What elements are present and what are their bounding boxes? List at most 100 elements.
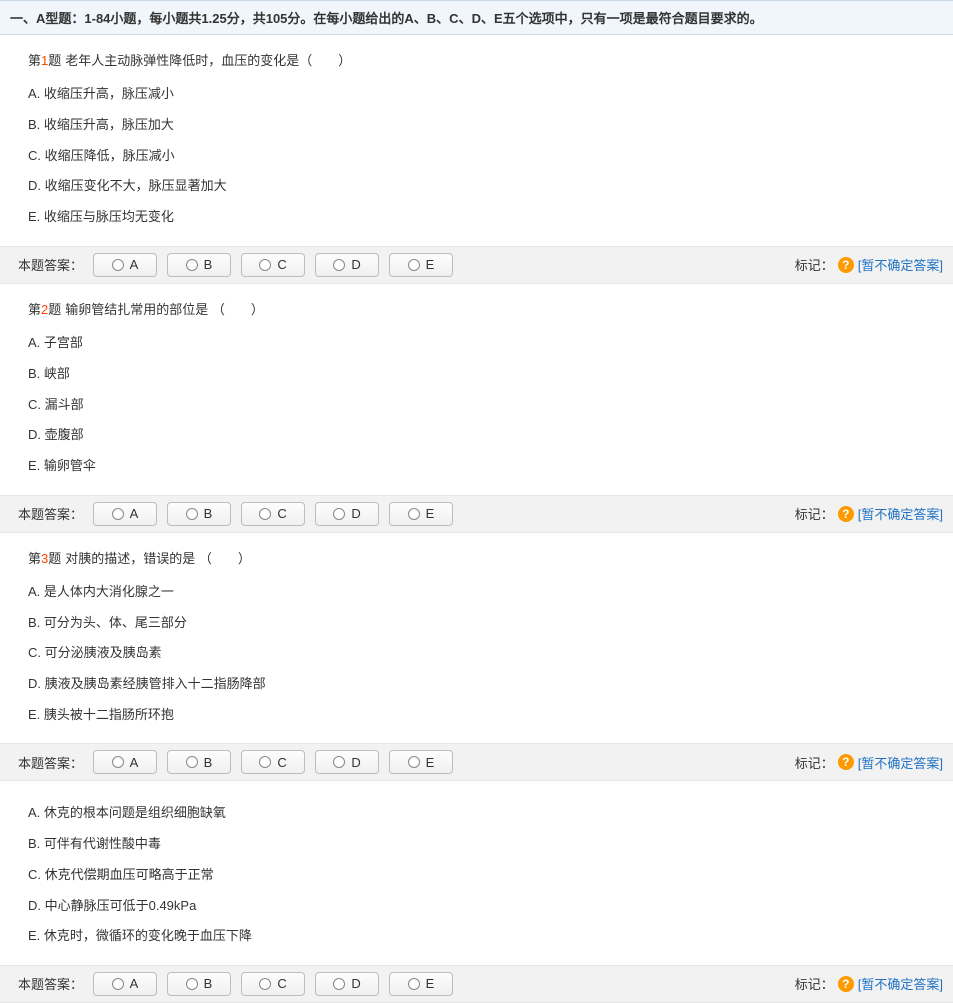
mark-label: 标记： — [795, 753, 834, 772]
option-line: D. 收缩压变化不大，脉压显著加大 — [28, 174, 929, 199]
option-line: B. 可伴有代谢性酸中毒 — [28, 832, 929, 857]
answer-option-a[interactable]: A — [93, 972, 157, 996]
uncertain-answer-link[interactable]: [暂不确定答案] — [858, 974, 943, 993]
answer-option-label: E — [426, 506, 435, 521]
answer-bar: 本题答案： A B C D E 标记：?[暂不确定答案] — [0, 743, 953, 781]
answer-option-label: A — [130, 755, 139, 770]
section-header: 一、A型题：1-84小题，每小题共1.25分，共105分。在每小题给出的A、B、… — [0, 0, 953, 35]
mark-area: 标记：?[暂不确定答案] — [795, 255, 943, 274]
answer-label: 本题答案： — [18, 255, 83, 274]
answer-options: A B C D E — [93, 502, 453, 526]
radio-icon — [259, 259, 271, 271]
help-icon[interactable]: ? — [838, 257, 854, 273]
answer-option-a[interactable]: A — [93, 253, 157, 277]
answer-option-c[interactable]: C — [241, 502, 305, 526]
radio-icon — [333, 978, 345, 990]
question-title: 第1题老年人主动脉弹性降低时，血压的变化是（ ） — [28, 49, 929, 72]
answer-option-b[interactable]: B — [167, 750, 231, 774]
question-body: 第1题老年人主动脉弹性降低时，血压的变化是（ ） A. 收缩压升高，脉压减小 B. … — [0, 35, 953, 246]
option-line: C. 可分泌胰液及胰岛素 — [28, 641, 929, 666]
mark-label: 标记： — [795, 255, 834, 274]
radio-icon — [112, 259, 124, 271]
radio-icon — [333, 259, 345, 271]
question-body: 第2题输卵管结扎常用的部位是 （ ）A. 子宫部B. 峡部C. 漏斗部D. 壶腹… — [0, 284, 953, 495]
answer-option-e[interactable]: E — [389, 502, 453, 526]
option-line: E. 胰头被十二指肠所环抱 — [28, 703, 929, 728]
radio-icon — [186, 756, 198, 768]
question-body: A. 休克的根本问题是组织细胞缺氧B. 可伴有代谢性酸中毒C. 休克代偿期血压可… — [0, 781, 953, 964]
answer-option-e[interactable]: E — [389, 972, 453, 996]
question-block: 第3题对胰的描述，错误的是 （ ） A. 是人体内大消化腺之一 B. 可分为头、体、… — [0, 533, 953, 782]
answer-option-d[interactable]: D — [315, 750, 379, 774]
question-title: 第3题对胰的描述，错误的是 （ ） — [28, 547, 929, 570]
question-body: 第3题对胰的描述，错误的是 （ ） A. 是人体内大消化腺之一 B. 可分为头、体、… — [0, 533, 953, 744]
answer-option-c[interactable]: C — [241, 972, 305, 996]
question-prefix: 第 — [28, 551, 41, 566]
radio-icon — [408, 978, 420, 990]
option-line: D. 中心静脉压可低于0.49kPa — [28, 894, 929, 919]
help-icon[interactable]: ? — [838, 754, 854, 770]
answer-label: 本题答案： — [18, 753, 83, 772]
answer-option-e[interactable]: E — [389, 253, 453, 277]
questions-container: 第1题老年人主动脉弹性降低时，血压的变化是（ ） A. 收缩压升高，脉压减小 B. … — [0, 35, 953, 1003]
option-line: E. 输卵管伞 — [28, 454, 929, 479]
radio-icon — [259, 508, 271, 520]
answer-option-d[interactable]: D — [315, 253, 379, 277]
answer-option-label: C — [277, 506, 286, 521]
answer-option-label: D — [351, 755, 360, 770]
option-line: E. 休克时，微循环的变化晚于血压下降 — [28, 924, 929, 949]
answer-options: A BC D E — [93, 972, 453, 996]
question-stem: 老年人主动脉弹性降低时，血压的变化是（ ） — [65, 53, 351, 68]
option-line: E. 收缩压与脉压均无变化 — [28, 205, 929, 230]
answer-option-c[interactable]: C — [241, 750, 305, 774]
uncertain-answer-link[interactable]: [暂不确定答案] — [858, 255, 943, 274]
answer-bar: 本题答案： A B C D E 标记：?[暂不确定答案] — [0, 246, 953, 284]
radio-icon — [186, 508, 198, 520]
answer-option-label: B — [204, 755, 213, 770]
answer-option-label: A — [130, 506, 139, 521]
answer-option-b[interactable]: B — [167, 253, 231, 277]
answer-option-label: E — [426, 257, 435, 272]
mark-area: 标记：?[暂不确定答案] — [795, 753, 943, 772]
answer-option-label: D — [351, 976, 360, 991]
radio-icon — [112, 978, 124, 990]
radio-icon — [408, 508, 420, 520]
help-icon[interactable]: ? — [838, 506, 854, 522]
answer-option-label: A — [130, 976, 139, 991]
radio-icon — [112, 508, 124, 520]
question-suffix: 题 — [48, 302, 61, 317]
answer-option-e[interactable]: E — [389, 750, 453, 774]
uncertain-answer-link[interactable]: [暂不确定答案] — [858, 504, 943, 523]
option-line: B. 收缩压升高，脉压加大 — [28, 113, 929, 138]
answer-option-d[interactable]: D — [315, 972, 379, 996]
radio-icon — [333, 756, 345, 768]
radio-icon — [333, 508, 345, 520]
answer-option-b[interactable]: B — [167, 502, 231, 526]
option-line: D. 壶腹部 — [28, 423, 929, 448]
help-icon[interactable]: ? — [838, 976, 854, 992]
answer-option-label: C — [277, 755, 286, 770]
answer-option-label: C — [277, 257, 286, 272]
answer-option-label: E — [426, 976, 435, 991]
question-suffix: 题 — [48, 551, 61, 566]
mark-area: 标记：?[暂不确定答案] — [795, 504, 943, 523]
option-line: A. 是人体内大消化腺之一 — [28, 580, 929, 605]
answer-option-c[interactable]: C — [241, 253, 305, 277]
mark-area: 标记：?[暂不确定答案] — [795, 974, 943, 993]
option-line: C. 漏斗部 — [28, 393, 929, 418]
answer-bar: 本题答案：ABCDE标记：?[暂不确定答案] — [0, 495, 953, 533]
radio-icon — [186, 978, 198, 990]
question-prefix: 第 — [28, 302, 41, 317]
answer-option-label: A — [130, 257, 139, 272]
option-line: B. 可分为头、体、尾三部分 — [28, 611, 929, 636]
radio-icon — [186, 259, 198, 271]
answer-option-d[interactable]: D — [315, 502, 379, 526]
option-line: A. 收缩压升高，脉压减小 — [28, 82, 929, 107]
answer-bar: 本题答案：ABCDE标记：?[暂不确定答案] — [0, 965, 953, 1003]
answer-option-a[interactable]: A — [93, 502, 157, 526]
option-line: C. 休克代偿期血压可略高于正常 — [28, 863, 929, 888]
uncertain-answer-link[interactable]: [暂不确定答案] — [858, 753, 943, 772]
answer-option-b[interactable]: B — [167, 972, 231, 996]
answer-option-label: D — [351, 506, 360, 521]
answer-option-a[interactable]: A — [93, 750, 157, 774]
